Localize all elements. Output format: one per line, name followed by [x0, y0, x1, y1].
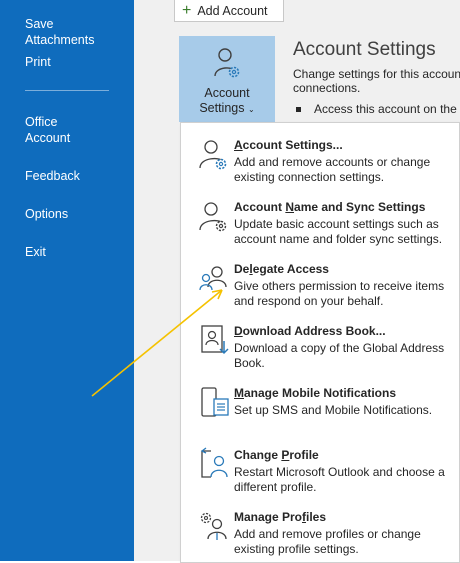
settings-title: Account Settings: [293, 39, 436, 60]
menu-item-account-name-sync[interactable]: Account Name and Sync Settings Update ba…: [181, 191, 459, 251]
nav-options[interactable]: Options: [25, 206, 125, 222]
menu-item-title: Delegate Access: [234, 262, 329, 276]
account-name-sync-icon: [199, 202, 227, 232]
address-book-icon: [201, 325, 229, 355]
menu-item-desc: Add and remove accounts or change existi…: [234, 155, 431, 184]
account-settings-icon: [199, 140, 227, 170]
account-settings-button-line2: Settings ⌄: [199, 101, 255, 115]
plus-icon: +: [182, 1, 192, 19]
menu-item-title: Account Settings...: [234, 138, 343, 152]
menu-item-desc: Update basic account settings such as ac…: [234, 217, 443, 246]
menu-item-desc: Set up SMS and Mobile Notifications.: [234, 403, 433, 417]
menu-item-download-address-book[interactable]: Download Address Book... Download a copy…: [181, 315, 459, 375]
add-account-button[interactable]: + Add Account: [174, 0, 284, 22]
change-profile-icon: [200, 447, 228, 478]
settings-desc-line1: Change settings for this accoun: [293, 67, 460, 81]
account-settings-dropdown-button[interactable]: Account Settings ⌄: [179, 36, 275, 122]
settings-description: Change settings for this accoun connecti…: [293, 67, 460, 95]
menu-item-desc: Add and remove profiles or change existi…: [234, 527, 421, 556]
account-settings-button-line1: Account: [204, 86, 250, 100]
menu-item-desc: Download a copy of the Global Address Bo…: [234, 341, 445, 370]
settings-bullet: Access this account on the: [296, 102, 457, 116]
menu-item-title: Download Address Book...: [234, 324, 386, 338]
menu-item-title: Change Profile: [234, 448, 319, 462]
menu-item-mobile-notifications[interactable]: Manage Mobile Notifications Set up SMS a…: [181, 377, 459, 437]
menu-item-manage-profiles[interactable]: Manage Profiles Add and remove profiles …: [181, 501, 459, 561]
menu-item-title: Account Name and Sync Settings: [234, 200, 426, 214]
menu-item-title: Manage Mobile Notifications: [234, 386, 397, 400]
menu-item-delegate-access[interactable]: Delegate Access Give others permission t…: [181, 253, 459, 313]
add-account-label: Add Account: [197, 3, 268, 18]
menu-item-desc: Give others permission to receive items …: [234, 279, 445, 308]
menu-item-desc: Restart Microsoft Outlook and choose a d…: [234, 465, 445, 494]
backstage-nav: Save Attachments Print Office Account Fe…: [0, 0, 134, 561]
delegate-access-icon: [199, 266, 227, 291]
settings-desc-line2: connections.: [293, 81, 361, 95]
account-settings-menu: Account Settings... Add and remove accou…: [180, 122, 460, 563]
nav-divider: [25, 90, 109, 91]
nav-print[interactable]: Print: [25, 54, 125, 70]
manage-profiles-icon: [200, 512, 227, 540]
nav-save-attachments[interactable]: Save Attachments: [25, 16, 125, 48]
menu-item-title: Manage Profiles: [234, 510, 327, 524]
mobile-notifications-icon: [201, 387, 229, 417]
nav-feedback[interactable]: Feedback: [25, 168, 125, 184]
settings-bullet-text: Access this account on the: [314, 102, 457, 116]
chevron-down-icon: ⌄: [247, 105, 255, 114]
nav-office-account[interactable]: Office Account: [25, 114, 85, 146]
menu-item-change-profile[interactable]: Change Profile Restart Microsoft Outlook…: [181, 439, 459, 499]
bullet-icon: [296, 107, 301, 113]
nav-exit[interactable]: Exit: [25, 244, 125, 260]
account-settings-gear-icon: [214, 48, 240, 78]
menu-item-account-settings[interactable]: Account Settings... Add and remove accou…: [181, 129, 459, 189]
